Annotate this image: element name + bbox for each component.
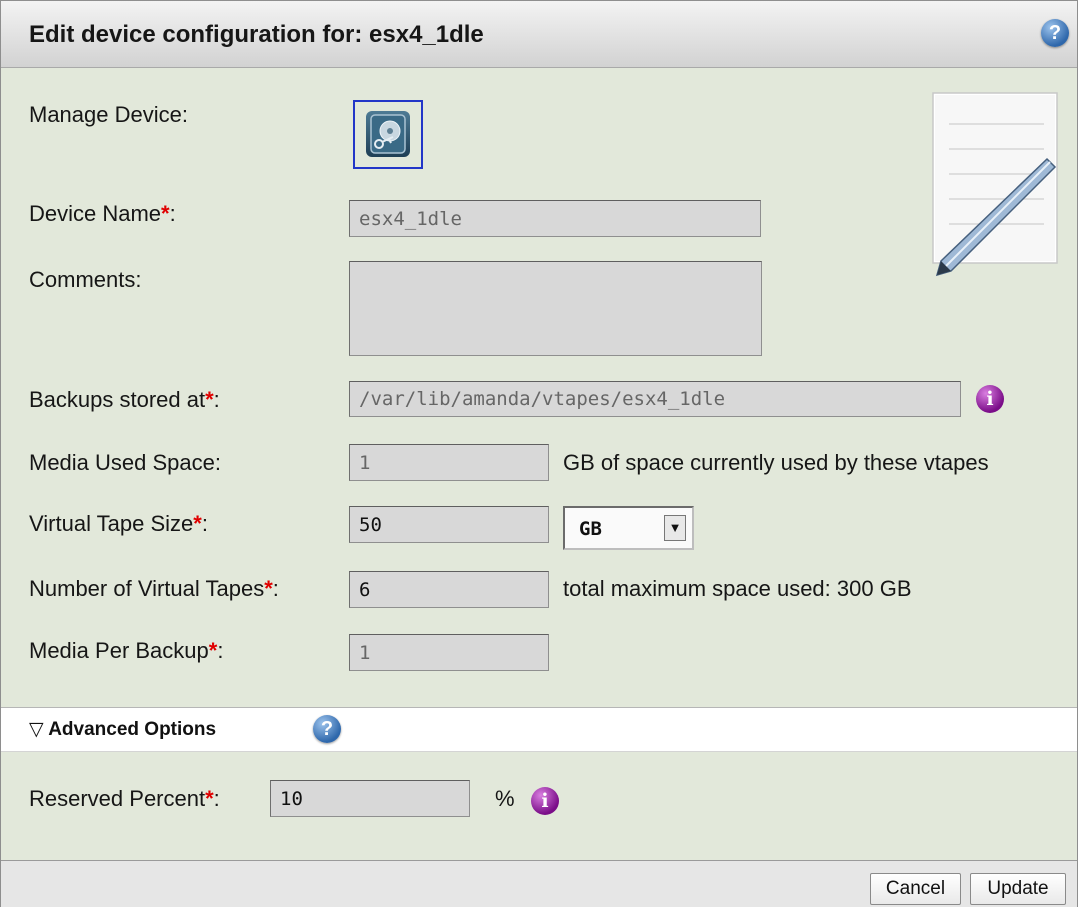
- media-used-space-label: Media Used Space:: [29, 450, 221, 475]
- dialog-titlebar: Edit device configuration for: esx4_1dle…: [1, 1, 1077, 68]
- manage-device-label: Manage Device:: [29, 102, 188, 127]
- dialog-title: Edit device configuration for: esx4_1dle: [29, 21, 484, 48]
- chevron-down-icon[interactable]: ▼: [664, 515, 686, 541]
- comments-label: Comments:: [29, 267, 142, 292]
- reserved-percent-field[interactable]: [270, 780, 470, 817]
- edit-device-dialog: Edit device configuration for: esx4_1dle…: [0, 0, 1078, 907]
- manage-device-button[interactable]: [353, 100, 423, 169]
- triangle-down-icon: ▽: [29, 719, 44, 740]
- media-used-space-note: GB of space currently used by these vtap…: [563, 450, 989, 475]
- cancel-button[interactable]: Cancel: [870, 873, 961, 905]
- reserved-info-icon[interactable]: i: [531, 787, 559, 815]
- virtual-tape-size-label: Virtual Tape Size*:: [29, 511, 208, 536]
- info-icon[interactable]: i: [976, 385, 1004, 413]
- media-per-backup-field[interactable]: [349, 634, 549, 671]
- device-name-field[interactable]: [349, 200, 761, 237]
- dialog-footer: Cancel Update: [1, 860, 1077, 907]
- help-icon[interactable]: ?: [1041, 19, 1069, 47]
- max-space-note: total maximum space used: 300 GB: [563, 576, 912, 601]
- backups-stored-at-label: Backups stored at*:: [29, 387, 220, 412]
- device-name-label: Device Name*:: [29, 201, 176, 226]
- hard-disk-key-icon: [366, 111, 410, 157]
- media-used-space-field[interactable]: [349, 444, 549, 481]
- advanced-help-icon[interactable]: ?: [313, 715, 341, 743]
- advanced-options-section: ▽ Advanced Options ?: [1, 707, 1077, 752]
- tape-size-unit-select[interactable]: GB ▼: [563, 506, 694, 550]
- comments-textarea[interactable]: [349, 261, 762, 356]
- update-button[interactable]: Update: [970, 873, 1066, 905]
- tape-size-unit-value: GB: [579, 518, 602, 540]
- reserved-percent-label: Reserved Percent*:: [29, 786, 220, 811]
- backups-path-field[interactable]: [349, 381, 961, 417]
- notepad-pencil-icon: [919, 89, 1059, 285]
- media-per-backup-label: Media Per Backup*:: [29, 638, 224, 663]
- advanced-options-toggle[interactable]: ▽ Advanced Options: [29, 718, 216, 741]
- number-of-virtual-tapes-field[interactable]: [349, 571, 549, 608]
- percent-unit: %: [495, 786, 515, 811]
- virtual-tape-size-field[interactable]: [349, 506, 549, 543]
- number-of-virtual-tapes-label: Number of Virtual Tapes*:: [29, 576, 279, 601]
